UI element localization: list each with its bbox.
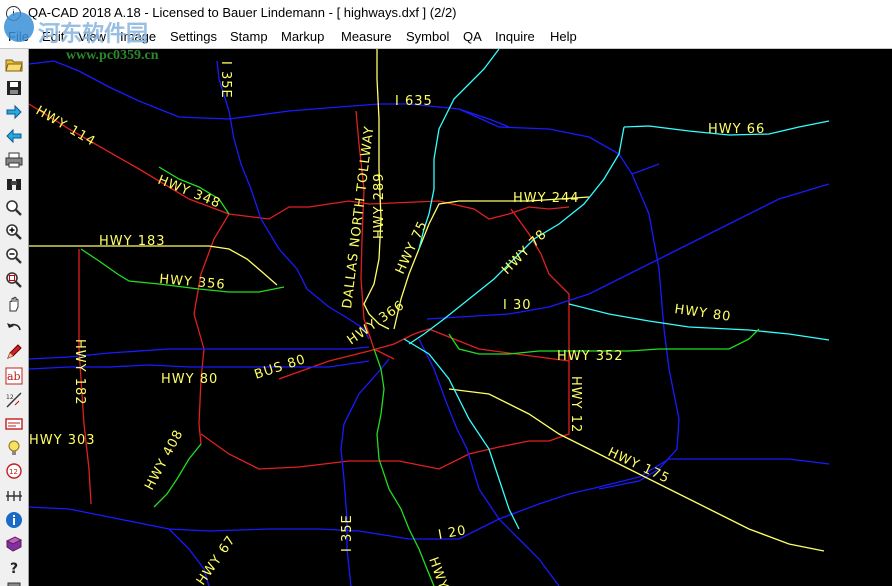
road-blue — [631, 163, 660, 175]
numbered-balloon-icon[interactable]: 12 — [3, 461, 24, 482]
label-hwy348: HWY 348 — [156, 173, 223, 212]
label-hwy66: HWY 66 — [708, 122, 765, 137]
bulb-icon[interactable] — [3, 437, 24, 458]
label-hwy356: HWY 356 — [159, 272, 227, 293]
svg-text:?: ? — [10, 561, 18, 577]
road-green — [373, 348, 435, 586]
label-hwy182: HWY 182 — [72, 339, 87, 406]
label-hwy80-east: HWY 80 — [673, 302, 732, 325]
road-yellow — [393, 196, 590, 330]
menu-markup[interactable]: Markup — [281, 26, 324, 48]
svg-text:12: 12 — [9, 468, 18, 476]
qa-cad-window: i QA-CAD 2018 A.18 - Licensed to Bauer L… — [0, 0, 892, 586]
road-red — [200, 433, 549, 470]
help-icon[interactable]: ? — [3, 557, 24, 578]
vertical-toolbar: ab 12 12 ? — [0, 49, 29, 586]
road-red — [29, 103, 570, 220]
menu-settings[interactable]: Settings — [170, 26, 217, 48]
svg-text:12: 12 — [6, 394, 14, 401]
road-blue — [29, 60, 510, 128]
text-icon[interactable]: ab — [3, 365, 24, 386]
label-hwy352: HWY 352 — [557, 349, 624, 364]
svg-text:ab: ab — [7, 370, 21, 383]
label-hwy289: HWY 289 — [372, 172, 387, 239]
zoom-window-icon[interactable] — [3, 269, 24, 290]
save-icon[interactable] — [3, 77, 24, 98]
menu-stamp[interactable]: Stamp — [230, 26, 268, 48]
label-i20: I 20 — [437, 523, 468, 543]
zoom-icon[interactable] — [3, 197, 24, 218]
watermark-logo — [4, 12, 34, 42]
watermark-site: 河东软件园 — [38, 21, 149, 46]
label-i35e-north: I 35E — [218, 61, 233, 99]
menu-measure[interactable]: Measure — [341, 26, 392, 48]
measure-icon[interactable] — [3, 485, 24, 506]
menu-qa[interactable]: QA — [463, 26, 482, 48]
menu-help[interactable]: Help — [550, 26, 577, 48]
zoom-in-icon[interactable] — [3, 221, 24, 242]
stamp-icon[interactable] — [3, 413, 24, 434]
label-hwy-bottom: HWY — [425, 555, 451, 586]
label-hwy78: HWY 78 — [499, 227, 550, 278]
print-icon[interactable] — [3, 149, 24, 170]
zoom-out-icon[interactable] — [3, 245, 24, 266]
road-cyan — [403, 338, 520, 530]
label-hwy183: HWY 183 — [99, 234, 166, 249]
info-icon[interactable] — [3, 509, 24, 530]
watermark-url: www.pc0359.cn — [66, 48, 159, 63]
road-blue — [29, 458, 830, 540]
road-blue — [418, 338, 560, 586]
menu-symbol[interactable]: Symbol — [406, 26, 449, 48]
dimension-icon[interactable]: 12 — [3, 389, 24, 410]
label-i35e-south: I 35E — [340, 514, 355, 552]
label-hwy114: HWY 114 — [33, 103, 98, 149]
pencil-icon[interactable] — [3, 341, 24, 362]
label-i30: I 30 — [503, 298, 532, 313]
next-icon[interactable] — [3, 101, 24, 122]
road-blue — [426, 183, 830, 320]
undo-icon[interactable] — [3, 317, 24, 338]
label-hwy67: HWY 67 — [194, 533, 239, 586]
label-hwy303: HWY 303 — [29, 433, 96, 448]
label-hwy12: HWY 12 — [568, 376, 583, 433]
book-icon[interactable] — [3, 533, 24, 554]
binoculars-icon[interactable] — [3, 173, 24, 194]
road-yellow — [29, 245, 278, 286]
label-hwy244: HWY 244 — [513, 191, 580, 206]
label-hwy80-west: HWY 80 — [161, 372, 218, 387]
open-icon[interactable] — [3, 53, 24, 74]
label-hwy408: HWY 408 — [142, 427, 186, 493]
label-i635: I 635 — [395, 94, 433, 109]
highway-map: I 35E I 635 DALLAS NORTH TOLLWAY HWY 289… — [29, 49, 830, 586]
previous-icon[interactable] — [3, 125, 24, 146]
last-icon[interactable] — [3, 579, 24, 586]
drawing-canvas[interactable]: I 35E I 635 DALLAS NORTH TOLLWAY HWY 289… — [29, 49, 892, 586]
pan-hand-icon[interactable] — [3, 293, 24, 314]
menu-inquire[interactable]: Inquire — [495, 26, 535, 48]
road-red — [278, 328, 570, 380]
